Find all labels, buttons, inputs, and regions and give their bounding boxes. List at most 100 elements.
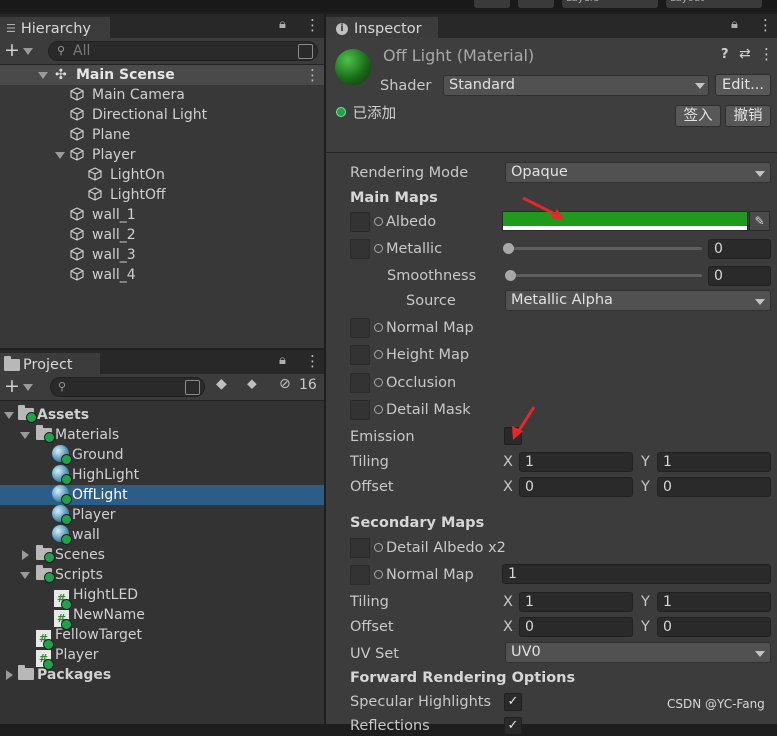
project-search-input[interactable]: ⚲ [50,377,205,397]
preset-icon[interactable]: ⇄ [739,46,751,62]
expand-icon[interactable] [20,572,30,579]
more-menu-icon[interactable]: ⋮ [305,352,320,370]
smoothness-slider-track[interactable] [510,274,702,277]
lock-icon[interactable]: 🔒︎ [279,17,286,32]
metallic-slider-knob[interactable] [503,243,514,254]
offset2-y-field[interactable]: 0 [657,617,771,637]
create-dropdown-icon[interactable] [23,48,33,55]
uv-set-dropdown[interactable]: UV0 [505,642,771,663]
create-dropdown-icon[interactable] [23,384,33,391]
layers-dropdown[interactable]: Layers [562,0,658,8]
expand-icon[interactable] [4,412,14,419]
lock-icon[interactable]: 🔒︎ [279,353,286,368]
material-icon [52,465,72,485]
search-scope-icon[interactable] [298,44,313,59]
project-item[interactable]: Materials [0,425,324,445]
project-item[interactable]: Scripts [0,565,324,585]
offset2-x-field[interactable]: 0 [519,617,633,637]
lock-icon[interactable]: 🔒︎ [731,17,738,32]
tiling2-x-field[interactable]: 1 [519,592,633,612]
project-item[interactable]: # Player [0,645,324,670]
hidden-packages-icon[interactable]: ⊘ [279,376,291,392]
expand-icon[interactable] [38,72,48,79]
project-item[interactable]: Packages [0,665,324,685]
hierarchy-item[interactable]: wall_1 [0,205,324,225]
tiling-x-field[interactable]: 1 [519,452,633,472]
project-item-label: Ground [72,447,124,463]
gameobject-icon [70,225,88,245]
offset2-x-label: X [503,619,513,635]
metallic-value-field[interactable]: 0 [708,239,771,259]
hierarchy-item[interactable]: wall_4 [0,265,324,285]
scene-menu-icon[interactable]: ⋮ [305,65,320,85]
filter-label-icon[interactable]: ⬥ [247,376,257,392]
hierarchy-item[interactable]: Player [0,145,324,165]
annotation-arrow-emission [512,406,536,440]
edit-shader-button[interactable]: Edit... [715,74,771,96]
normal-map-texture-slot[interactable] [350,318,370,338]
hierarchy-item[interactable]: wall_3 [0,245,324,265]
rendering-mode-dropdown[interactable]: Opaque [505,162,771,183]
project-item[interactable]: HighLight [0,465,324,485]
hierarchy-item[interactable]: LightOff [0,185,324,205]
create-plus-icon[interactable]: + [4,38,20,62]
hierarchy-item[interactable]: Plane [0,125,324,145]
reflections-checkbox[interactable]: ✓ [504,717,522,735]
search-button[interactable] [518,0,554,8]
occlusion-texture-slot[interactable] [350,373,370,393]
collapse-icon[interactable] [22,550,29,560]
search-scope-icon[interactable] [185,380,200,395]
project-item[interactable]: # FellowTarget [0,625,324,650]
project-item[interactable]: Player [0,505,324,525]
normal-map2-scale-field[interactable]: 1 [502,564,771,584]
height-map-texture-slot[interactable] [350,345,370,365]
detail-mask-texture-slot[interactable] [350,400,370,420]
normal-map2-texture-slot[interactable] [350,565,370,585]
tiling-y-field[interactable]: 1 [657,452,771,472]
expand-icon[interactable] [20,432,30,439]
offset-y-field[interactable]: 0 [657,477,771,497]
help-icon[interactable]: ? [721,47,729,62]
project-item[interactable]: wall [0,525,324,545]
eyedropper-button[interactable]: ✎ [749,211,770,231]
metallic-texture-slot[interactable] [350,239,370,259]
revoke-button[interactable]: 撤销 [725,105,771,127]
project-item[interactable]: Assets [0,405,324,425]
header-menu-icon[interactable]: ⋮ [759,45,774,63]
history-button[interactable] [474,0,510,8]
tab-project[interactable]: Project [0,353,100,374]
layout-dropdown[interactable]: Layout [666,0,762,8]
metallic-slider-track[interactable] [508,247,702,250]
project-item[interactable]: Ground [0,445,324,465]
shader-dropdown[interactable]: Standard [443,75,709,96]
tab-inspector[interactable]: i Inspector [326,17,438,38]
tiling2-y-field[interactable]: 1 [657,592,771,612]
smoothness-value-field[interactable]: 0 [708,266,771,286]
more-menu-icon[interactable]: ⋮ [758,16,773,34]
collapse-icon[interactable] [6,670,13,680]
hierarchy-search-input[interactable]: ⚲ All [48,41,318,61]
material-icon [52,505,72,525]
project-item[interactable]: Scenes [0,545,324,565]
detail-albedo-texture-slot[interactable] [350,538,370,558]
smoothness-slider-knob[interactable] [505,270,516,281]
create-plus-icon[interactable]: + [4,374,20,398]
tab-hierarchy[interactable]: ☰ Hierarchy [0,17,110,38]
hierarchy-item[interactable]: Directional Light [0,105,324,125]
offset-x-field[interactable]: 0 [519,477,633,497]
albedo-texture-slot[interactable] [350,212,370,232]
project-item[interactable]: # NewName [0,605,324,630]
project-item[interactable]: # HightLED [0,585,324,610]
source-dropdown[interactable]: Metallic Alpha [505,290,771,311]
expand-icon[interactable] [55,152,65,159]
filter-type-icon[interactable]: ◆ [216,376,227,392]
hierarchy-item[interactable]: Main Camera [0,85,324,105]
scene-row[interactable]: ✣ Main Scense ⋮ [0,65,324,85]
specular-highlights-checkbox[interactable]: ✓ [504,693,522,711]
project-item[interactable]: OffLight [0,485,324,505]
more-menu-icon[interactable]: ⋮ [305,16,320,34]
project-item-content: # HightLED [54,585,138,610]
sign-in-button[interactable]: 签入 [675,105,721,127]
hierarchy-item[interactable]: LightOn [0,165,324,185]
hierarchy-item[interactable]: wall_2 [0,225,324,245]
